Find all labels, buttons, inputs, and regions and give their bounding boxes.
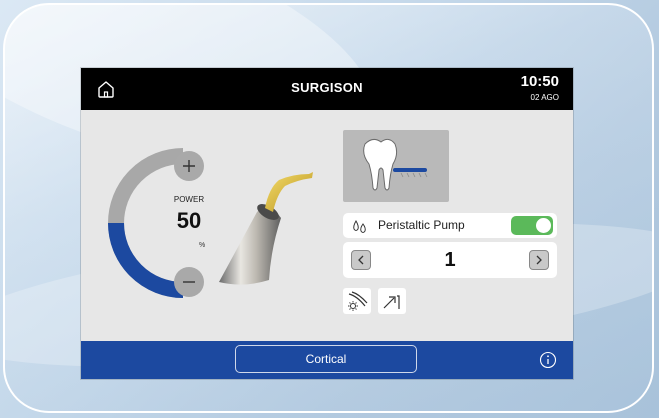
peristaltic-pump-row: Peristaltic Pump: [343, 213, 557, 238]
minus-icon: [183, 281, 195, 283]
power-value: 50: [176, 208, 202, 233]
plus-icon: [183, 160, 195, 172]
power-label: POWER: [173, 195, 205, 204]
peristaltic-pump-toggle[interactable]: [511, 216, 553, 235]
chevron-right-icon: [536, 255, 542, 265]
ramp-arrow-icon: [383, 295, 400, 309]
power-unit: %: [199, 242, 206, 249]
clock-date: 02 AGO: [530, 93, 559, 102]
tooth-icon: [363, 138, 428, 191]
tooth-illustration: [343, 130, 449, 202]
flow-increase-button[interactable]: [529, 250, 549, 270]
handpiece-light-icon: [348, 291, 368, 311]
ramp-mode-button[interactable]: [378, 288, 406, 314]
top-bar: SURGISON 10:50 02 AGO: [81, 68, 573, 110]
program-selector-button[interactable]: Cortical: [235, 345, 417, 373]
info-button[interactable]: [539, 351, 557, 369]
flow-value: 1: [444, 249, 456, 271]
toggle-knob: [536, 218, 551, 233]
power-decrease-button[interactable]: [174, 267, 204, 297]
info-icon: [539, 351, 557, 369]
flow-stepper: 1: [343, 242, 557, 278]
device-screen: SURGISON 10:50 02 AGO POWER 50 % Perista…: [81, 68, 573, 379]
power-increase-button[interactable]: [174, 151, 204, 181]
handpiece-image: [219, 172, 313, 285]
water-drops-icon: [353, 220, 366, 233]
app-title: SURGISON: [291, 80, 363, 95]
bottom-bar: Cortical: [81, 341, 573, 379]
peristaltic-pump-label: Peristaltic Pump: [378, 218, 465, 232]
handpiece-light-button[interactable]: [343, 288, 371, 314]
clock-time: 10:50: [520, 73, 559, 90]
